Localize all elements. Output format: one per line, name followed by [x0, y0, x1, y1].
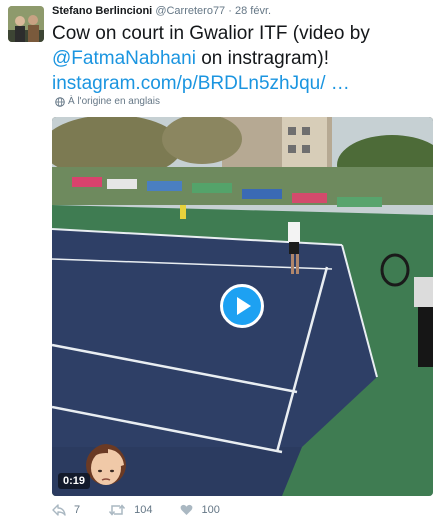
- tweet-text: Cow on court in Gwalior ITF (video by @F…: [52, 21, 438, 96]
- tweet-actions: 7 104 100: [52, 504, 220, 516]
- globe-icon: [55, 96, 65, 107]
- reply-button[interactable]: 7: [52, 504, 80, 516]
- translation-note[interactable]: À l'origine en anglais: [55, 96, 160, 107]
- play-button[interactable]: [220, 284, 264, 328]
- instagram-link[interactable]: instagram.com/p/BRDLn5zhJqu/ …: [52, 73, 350, 94]
- avatar[interactable]: [8, 6, 44, 42]
- user-name[interactable]: Stefano Berlincioni: [52, 5, 152, 17]
- mention-link[interactable]: @FatmaNabhani: [52, 48, 196, 69]
- tweet-header: Stefano Berlincioni @Carretero77 · 28 fé…: [52, 5, 271, 17]
- tweet-text-start: Cow on court in Gwalior ITF (video by: [52, 23, 370, 44]
- like-button[interactable]: 100: [180, 504, 220, 516]
- play-icon: [237, 297, 251, 315]
- retweet-count: 104: [134, 504, 153, 516]
- heart-icon: [181, 504, 193, 515]
- user-handle[interactable]: @Carretero77: [155, 5, 225, 17]
- video-duration: 0:19: [58, 473, 91, 489]
- video-player[interactable]: 0:19: [52, 117, 433, 496]
- tweet-text-end: on instragram)!: [195, 48, 329, 69]
- tweet: Stefano Berlincioni @Carretero77 · 28 fé…: [0, 0, 442, 524]
- retweet-icon: [109, 504, 126, 516]
- reply-icon: [52, 504, 66, 516]
- reply-count: 7: [74, 504, 81, 516]
- header-separator: ·: [228, 5, 232, 17]
- like-count: 100: [201, 504, 220, 516]
- avatar-photo: [8, 6, 44, 42]
- tweet-date[interactable]: 28 févr.: [235, 5, 271, 17]
- retweet-button[interactable]: 104: [108, 504, 152, 516]
- translation-note-label: À l'origine en anglais: [68, 96, 160, 107]
